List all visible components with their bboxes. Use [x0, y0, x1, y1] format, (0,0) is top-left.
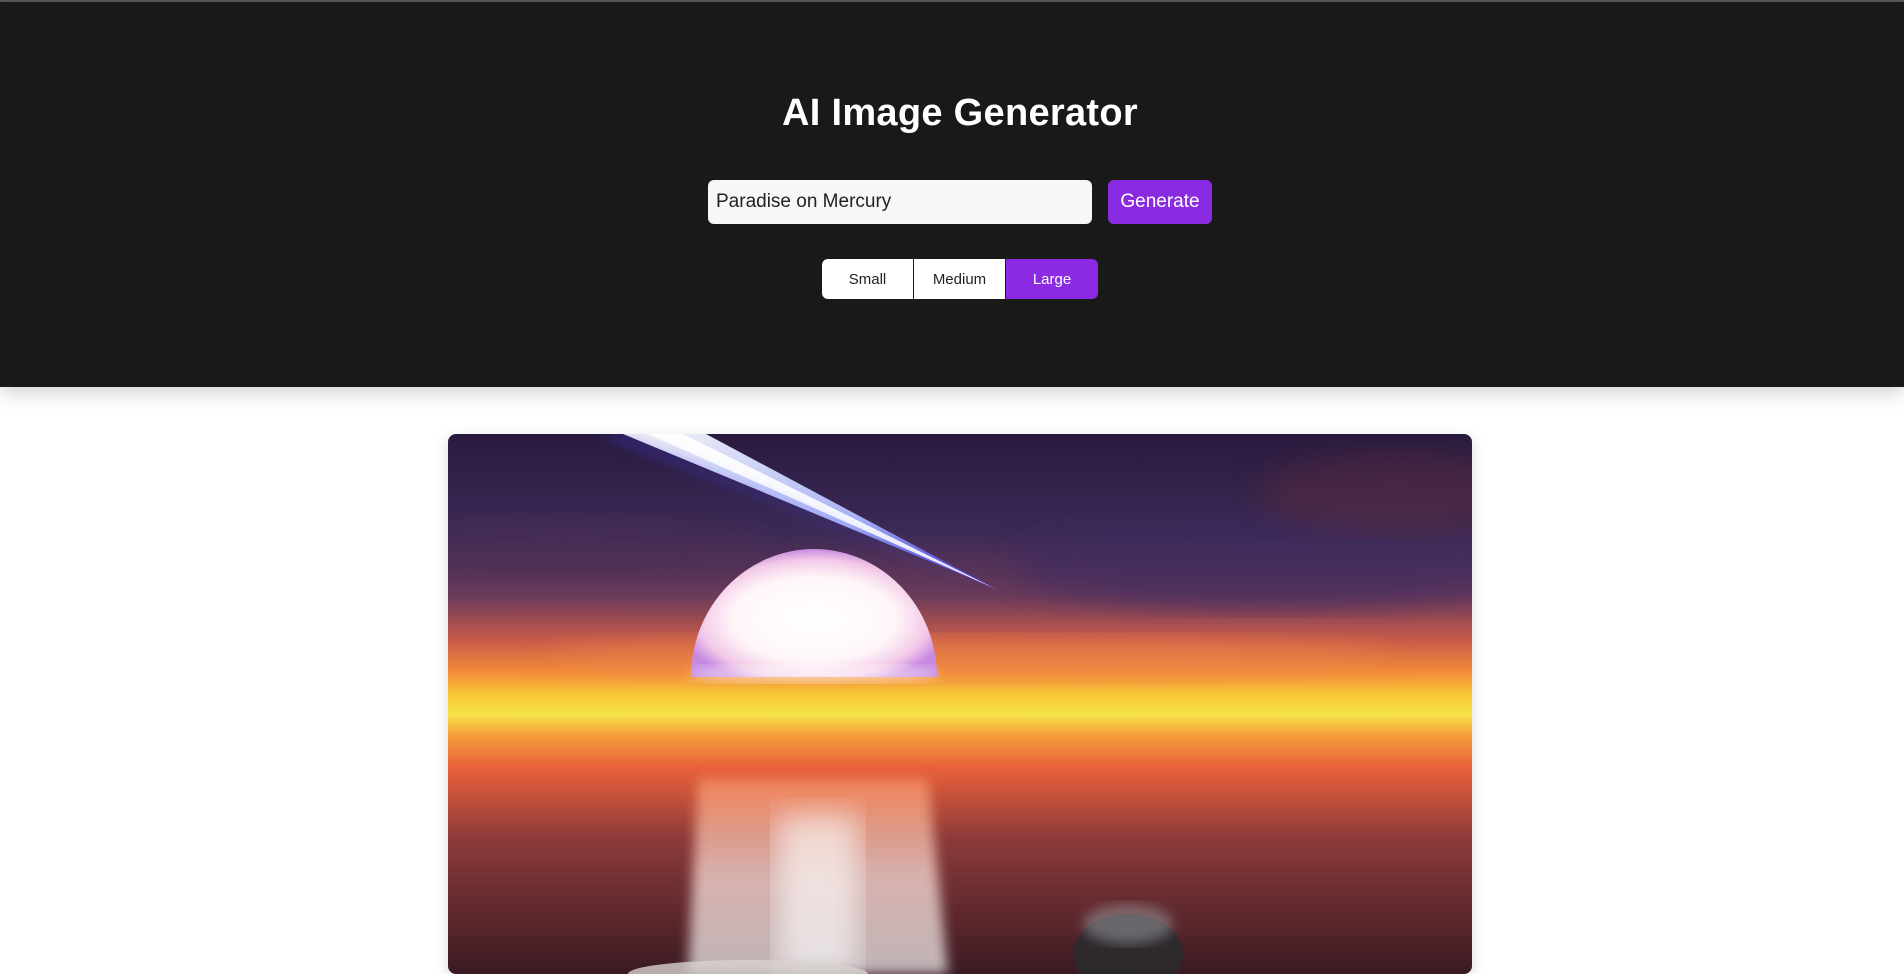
- size-large-button[interactable]: Large: [1006, 259, 1098, 299]
- page-title: AI Image Generator: [782, 92, 1138, 134]
- generated-image-art: [448, 434, 1472, 974]
- size-medium-button[interactable]: Medium: [914, 259, 1006, 299]
- generate-button[interactable]: Generate: [1108, 180, 1212, 224]
- size-small-button[interactable]: Small: [822, 259, 914, 299]
- prompt-input[interactable]: [708, 180, 1092, 224]
- header: AI Image Generator Generate Small Medium…: [0, 2, 1904, 387]
- size-selector: Small Medium Large: [822, 259, 1098, 299]
- generated-image: [448, 434, 1472, 974]
